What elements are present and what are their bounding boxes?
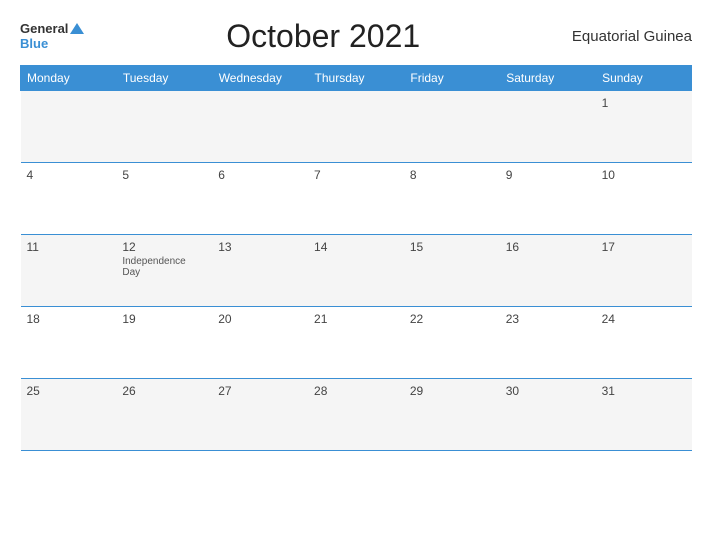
logo-triangle-icon: [70, 23, 84, 34]
day-cell: [308, 91, 404, 163]
calendar-week-2: 45678910: [21, 163, 692, 235]
col-monday: Monday: [21, 66, 117, 91]
day-cell: 26: [116, 379, 212, 451]
col-thursday: Thursday: [308, 66, 404, 91]
day-cell: 24: [596, 307, 692, 379]
day-cell: 11: [21, 235, 117, 307]
region-label: Equatorial Guinea: [562, 28, 692, 45]
col-wednesday: Wednesday: [212, 66, 308, 91]
day-cell: 25: [21, 379, 117, 451]
day-cell: 23: [500, 307, 596, 379]
day-cell: 21: [308, 307, 404, 379]
day-cell: [21, 91, 117, 163]
day-cell: 8: [404, 163, 500, 235]
day-cell: 20: [212, 307, 308, 379]
day-cell: 9: [500, 163, 596, 235]
day-cell: 30: [500, 379, 596, 451]
day-cell: 5: [116, 163, 212, 235]
day-cell: [404, 91, 500, 163]
day-cell: 31: [596, 379, 692, 451]
day-cell: [116, 91, 212, 163]
col-sunday: Sunday: [596, 66, 692, 91]
day-cell: 22: [404, 307, 500, 379]
calendar-table: Monday Tuesday Wednesday Thursday Friday…: [20, 65, 692, 451]
calendar-week-3: 1112Independence Day1314151617: [21, 235, 692, 307]
day-cell: 13: [212, 235, 308, 307]
day-cell: 6: [212, 163, 308, 235]
day-cell: [500, 91, 596, 163]
col-saturday: Saturday: [500, 66, 596, 91]
logo: General Blue: [20, 22, 84, 51]
page: General Blue October 2021 Equatorial Gui…: [0, 0, 712, 550]
day-cell: [212, 91, 308, 163]
day-cell: 27: [212, 379, 308, 451]
day-cell: 15: [404, 235, 500, 307]
logo-blue-text: Blue: [20, 37, 48, 51]
day-cell: 18: [21, 307, 117, 379]
calendar-week-4: 18192021222324: [21, 307, 692, 379]
day-cell: 17: [596, 235, 692, 307]
calendar-week-1: 1: [21, 91, 692, 163]
col-friday: Friday: [404, 66, 500, 91]
day-cell: 28: [308, 379, 404, 451]
day-cell: 12Independence Day: [116, 235, 212, 307]
day-cell: 14: [308, 235, 404, 307]
day-cell: 29: [404, 379, 500, 451]
logo-general-text: General: [20, 22, 68, 36]
col-tuesday: Tuesday: [116, 66, 212, 91]
calendar-header-row: Monday Tuesday Wednesday Thursday Friday…: [21, 66, 692, 91]
day-cell: 19: [116, 307, 212, 379]
calendar-title: October 2021: [84, 18, 562, 55]
day-cell: 1: [596, 91, 692, 163]
day-cell: 10: [596, 163, 692, 235]
day-cell: 7: [308, 163, 404, 235]
day-cell: 4: [21, 163, 117, 235]
header: General Blue October 2021 Equatorial Gui…: [20, 18, 692, 55]
day-cell: 16: [500, 235, 596, 307]
calendar-week-5: 25262728293031: [21, 379, 692, 451]
